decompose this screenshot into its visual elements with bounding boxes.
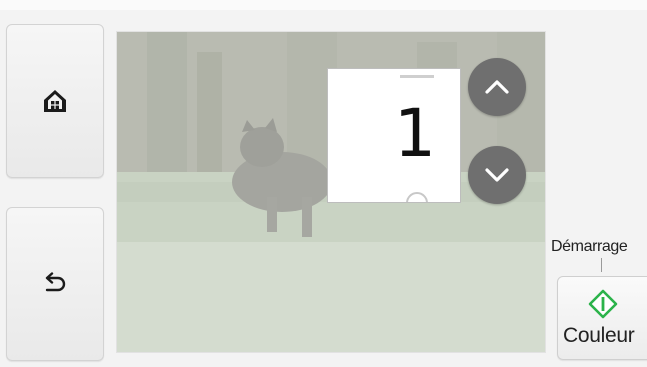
- copy-count-display[interactable]: 1: [327, 68, 461, 203]
- home-icon: [44, 90, 66, 112]
- counter-top-mark: [400, 75, 434, 78]
- increment-button[interactable]: [468, 58, 526, 116]
- chevron-up-icon: [485, 80, 509, 94]
- start-diamond-icon: [588, 289, 618, 319]
- back-button[interactable]: [6, 207, 104, 361]
- home-button[interactable]: [6, 24, 104, 178]
- back-arrow-icon: [45, 272, 66, 292]
- start-color-button[interactable]: Couleur: [557, 276, 647, 360]
- start-connector: [601, 258, 602, 272]
- start-label: Démarrage: [551, 238, 628, 255]
- decrement-button[interactable]: [468, 146, 526, 204]
- start-button-label: Couleur: [563, 324, 635, 347]
- counter-bottom-mark: [406, 192, 428, 202]
- top-bar: [0, 0, 647, 10]
- chevron-down-icon: [485, 168, 509, 182]
- copy-count-value: 1: [394, 95, 436, 172]
